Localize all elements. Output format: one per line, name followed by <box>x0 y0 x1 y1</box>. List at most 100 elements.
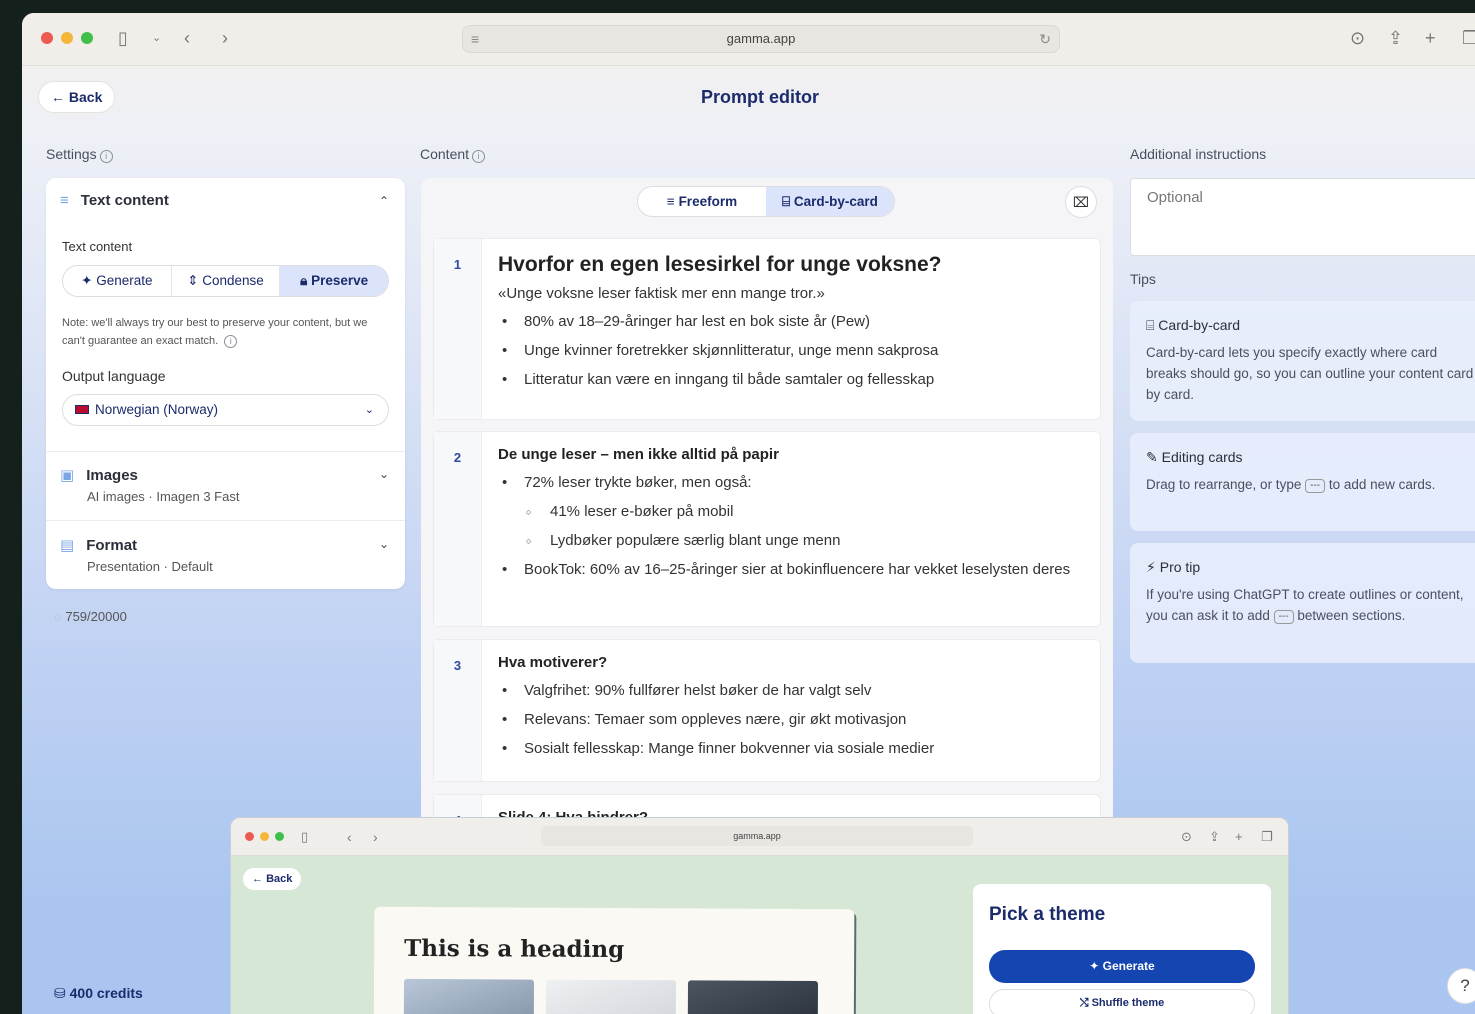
forward-nav-icon[interactable]: › <box>222 27 228 49</box>
content-card-3[interactable]: 3 Hva motiverer? Valgfrihet: 90% fullfør… <box>433 639 1101 782</box>
tip-body: If you're using ChatGPT to create outlin… <box>1146 587 1464 624</box>
images-header[interactable]: ▣ Images <box>60 466 138 484</box>
tabs-overview-icon[interactable]: ❐ <box>1261 826 1273 848</box>
new-tab-icon[interactable]: + <box>1425 27 1436 49</box>
edit-icon: ✎ <box>1146 449 1162 465</box>
content-panel: ≡ Freeform ⌸ Card-by-card ⌧ 1 Hvorfor en… <box>421 178 1113 878</box>
page-title: Prompt editor <box>700 87 819 107</box>
card-icon: ⌸ <box>1146 317 1159 333</box>
divider <box>46 451 405 452</box>
minimize-window-button[interactable] <box>260 832 269 841</box>
images-subtitle: AI images · Imagen 3 Fast <box>87 489 240 504</box>
info-icon[interactable]: i <box>224 335 238 348</box>
theme-panel-title: Pick a theme <box>989 904 1106 925</box>
download-icon[interactable]: ⊙ <box>1350 27 1365 49</box>
sparkle-icon: ✦ <box>81 273 97 288</box>
instructions-placeholder: Optional <box>1147 189 1203 206</box>
tabs-overview-icon[interactable]: ❐ <box>1462 27 1475 49</box>
close-window-button[interactable] <box>245 832 254 841</box>
mode-condense-button[interactable]: ⇕ Condense <box>172 266 281 296</box>
text-lines-icon: ≡ <box>666 194 679 209</box>
page-menu-icon[interactable]: ≡ <box>471 26 479 52</box>
back-nav-icon[interactable]: ‹ <box>347 826 352 848</box>
settings-card: ≡ Text content ⌃ Text content ✦ Generate … <box>46 178 405 589</box>
card-icon: ⌸ <box>782 194 794 209</box>
slide-image <box>545 979 677 1014</box>
overlay-browser-window: ▯ ‹ › gamma.app ⊙ ⇪ + ❐ ← Back This is a… <box>230 817 1289 1014</box>
slide-preview[interactable]: This is a heading <box>373 906 855 1014</box>
reload-icon[interactable]: ↻ <box>1039 26 1051 52</box>
divider <box>46 520 405 521</box>
forward-nav-icon[interactable]: › <box>373 826 378 848</box>
card-title: De unge leser – men ikke alltid på papir <box>498 446 779 463</box>
info-icon[interactable]: i <box>99 150 113 163</box>
format-header[interactable]: ▤ Format <box>60 536 137 554</box>
generate-button[interactable]: ✦ Generate <box>989 950 1255 983</box>
tip-title: ⌸ Card-by-card <box>1146 317 1240 333</box>
tip-pro-tip: ⚡︎ Pro tip If you're using ChatGPT to cr… <box>1130 543 1475 663</box>
slide-image <box>687 980 819 1014</box>
address-bar[interactable]: ≡ gamma.app ↻ <box>462 25 1060 53</box>
slide-heading: This is a heading <box>404 934 625 964</box>
list-item: 72% leser trykte bøker, men også: <box>498 471 1080 495</box>
sidebar-icon[interactable]: ▯ <box>118 27 128 49</box>
list-item: Lydbøker populære særlig blant unge menn <box>498 529 1080 553</box>
chevron-up-icon[interactable]: ⌃ <box>379 194 389 208</box>
maximize-window-button[interactable] <box>275 832 284 841</box>
output-language-select[interactable]: Norwegian (Norway) ⌄ <box>62 394 389 426</box>
tip-body: Card-by-card lets you specify exactly wh… <box>1146 345 1474 402</box>
sparkle-icon: ✦ <box>1089 959 1103 973</box>
chevron-down-icon[interactable]: ⌄ <box>379 467 389 481</box>
text-content-header[interactable]: ≡ Text content <box>60 192 169 209</box>
theme-panel: Pick a theme ✦ Generate ⤭ Shuffle theme <box>973 884 1271 1014</box>
tip-title: ⚡︎ Pro tip <box>1146 559 1201 575</box>
content-card-2[interactable]: 2 De unge leser – men ikke alltid på pap… <box>433 431 1101 627</box>
output-language-label: Output language <box>62 368 166 384</box>
flag-icon <box>75 405 89 414</box>
chevron-down-icon[interactable]: ⌄ <box>379 537 389 551</box>
content-card-1[interactable]: 1 Hvorfor en egen lesesirkel for unge vo… <box>433 238 1101 420</box>
content-mode-tabs: ≡ Freeform ⌸ Card-by-card <box>637 186 895 217</box>
close-window-button[interactable] <box>41 32 53 44</box>
url-text: gamma.app <box>726 31 796 46</box>
tab-freeform[interactable]: ≡ Freeform <box>638 187 766 216</box>
list-item: Valgfrihet: 90% fullfører helst bøker de… <box>498 679 1080 703</box>
image-icon: ▣ <box>60 467 75 484</box>
preserve-note: Note: we'll always try our best to prese… <box>62 317 368 348</box>
clear-formatting-button[interactable]: ⌧ <box>1065 186 1097 218</box>
mode-generate-button[interactable]: ✦ Generate <box>63 266 172 296</box>
download-icon[interactable]: ⊙ <box>1181 826 1192 848</box>
condense-icon: ⇕ <box>187 273 203 288</box>
tips-label: Tips <box>1130 271 1156 287</box>
text-mode-selector: ✦ Generate ⇕ Condense 🔒︎ Preserve <box>62 265 389 297</box>
help-button[interactable]: ? <box>1447 968 1475 1004</box>
kbd-separator: --- <box>1305 479 1326 493</box>
maximize-window-button[interactable] <box>81 32 93 44</box>
credits-link[interactable]: ⛁ 400 credits <box>54 985 143 1002</box>
shuffle-theme-button[interactable]: ⤭ Shuffle theme <box>989 989 1255 1014</box>
list-item: BookTok: 60% av 16–25-åringer sier at bo… <box>498 558 1080 582</box>
new-tab-icon[interactable]: + <box>1235 826 1243 848</box>
share-icon[interactable]: ⇪ <box>1388 27 1403 49</box>
back-nav-icon[interactable]: ‹ <box>184 27 190 49</box>
list-item: Unge kvinner foretrekker skjønnlitteratu… <box>498 339 1080 363</box>
back-button[interactable]: ← Back <box>243 868 302 890</box>
card-title: Hva motiverer? <box>498 654 608 671</box>
share-icon[interactable]: ⇪ <box>1209 826 1220 848</box>
minimize-window-button[interactable] <box>61 32 73 44</box>
lock-icon: 🔒︎ <box>300 273 312 288</box>
additional-instructions-input[interactable]: Optional <box>1130 178 1475 256</box>
chevron-down-icon[interactable]: ⌄ <box>152 27 161 49</box>
card-title: Hvorfor en egen lesesirkel for unge voks… <box>498 253 942 276</box>
tip-card-by-card: ⌸ Card-by-card Card-by-card lets you spe… <box>1130 301 1475 421</box>
mode-preserve-button[interactable]: 🔒︎ Preserve <box>280 266 388 296</box>
sidebar-icon[interactable]: ▯ <box>301 826 308 848</box>
progress-ring-icon: ◌ <box>54 609 66 624</box>
info-icon[interactable]: i <box>472 150 486 163</box>
window-controls <box>245 832 284 841</box>
address-bar[interactable]: gamma.app <box>541 826 973 846</box>
tab-card-by-card[interactable]: ⌸ Card-by-card <box>766 187 894 216</box>
shuffle-icon: ⤭ <box>1079 997 1092 1009</box>
text-content-label: Text content <box>62 239 133 254</box>
additional-instructions-label: Additional instructions <box>1130 146 1267 162</box>
